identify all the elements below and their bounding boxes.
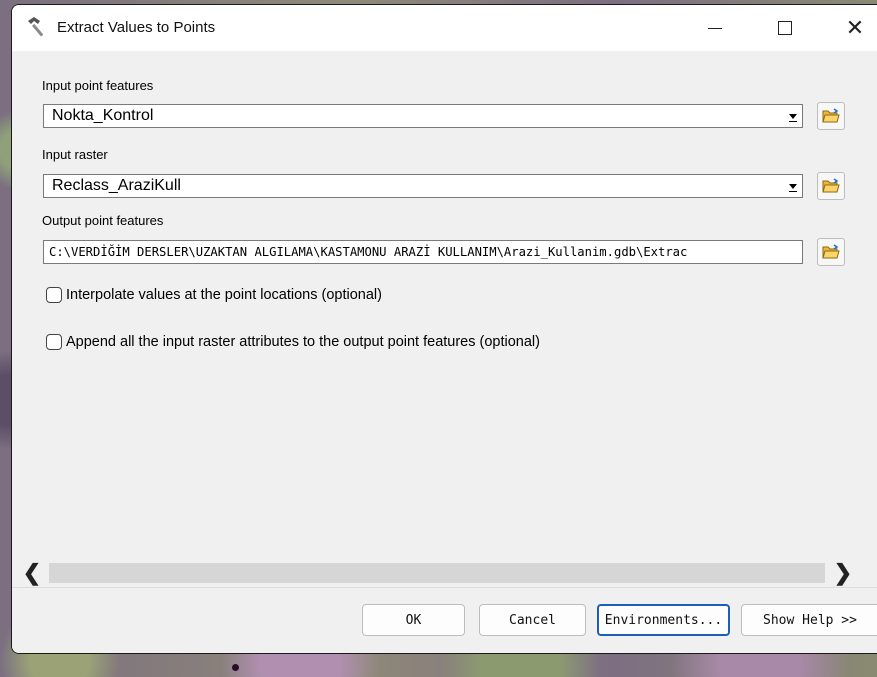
map-point-marker — [232, 664, 239, 671]
interpolate-checkbox[interactable]: Interpolate values at the point location… — [46, 287, 382, 303]
dialog-window: Extract Values to Points ✕ Input point f… — [11, 4, 877, 654]
minimize-button[interactable] — [692, 5, 738, 51]
input-point-features-value: Nokta_Kontrol — [52, 107, 154, 124]
button-bar: OK Cancel Environments... Show Help >> — [12, 587, 877, 653]
folder-open-icon — [822, 244, 840, 259]
append-attributes-checkbox[interactable]: Append all the input raster attributes t… — [46, 334, 540, 350]
browse-input-points-button[interactable] — [817, 102, 845, 130]
browse-output-button[interactable] — [817, 238, 845, 266]
append-attributes-checkbox-label: Append all the input raster attributes t… — [66, 334, 540, 350]
input-raster-combo[interactable]: Reclass_AraziKull — [43, 174, 803, 198]
cancel-button[interactable]: Cancel — [479, 604, 586, 636]
maximize-button[interactable] — [762, 5, 808, 51]
vertical-scrollbar[interactable] — [864, 51, 877, 559]
input-point-features-combo[interactable]: Nokta_Kontrol — [43, 104, 803, 128]
browse-input-raster-button[interactable] — [817, 172, 845, 200]
ok-button[interactable]: OK — [362, 604, 465, 636]
environments-button[interactable]: Environments... — [597, 604, 730, 636]
folder-open-icon — [822, 108, 840, 123]
input-point-features-label: Input point features — [42, 78, 154, 93]
scroll-right-icon[interactable]: ❯ — [828, 559, 858, 587]
output-point-features-label: Output point features — [42, 213, 164, 228]
horizontal-scroll-thumb[interactable] — [49, 563, 825, 583]
interpolate-checkbox-box[interactable] — [46, 287, 62, 303]
scroll-left-icon[interactable]: ❮ — [17, 559, 47, 587]
hammer-icon — [28, 17, 44, 37]
dropdown-arrow-icon[interactable] — [784, 175, 802, 197]
output-point-features-field[interactable]: C:\VERDİĞİM DERSLER\UZAKTAN ALGILAMA\KAS… — [43, 240, 803, 264]
close-button[interactable]: ✕ — [832, 5, 877, 51]
title-bar[interactable]: Extract Values to Points ✕ — [12, 5, 877, 51]
show-help-button[interactable]: Show Help >> — [741, 604, 877, 636]
input-raster-value: Reclass_AraziKull — [52, 177, 181, 194]
parameters-panel: Input point features Nokta_Kontrol Input… — [13, 51, 865, 559]
close-icon: ✕ — [845, 15, 865, 40]
interpolate-checkbox-label: Interpolate values at the point location… — [66, 287, 382, 303]
horizontal-scrollbar[interactable]: ❮ ❯ — [13, 559, 877, 587]
maximize-icon — [778, 21, 792, 35]
window-title: Extract Values to Points — [57, 19, 216, 36]
minimize-icon — [708, 27, 722, 29]
dropdown-arrow-icon[interactable] — [784, 105, 802, 127]
append-attributes-checkbox-box[interactable] — [46, 334, 62, 350]
input-raster-label: Input raster — [42, 147, 108, 162]
folder-open-icon — [822, 178, 840, 193]
